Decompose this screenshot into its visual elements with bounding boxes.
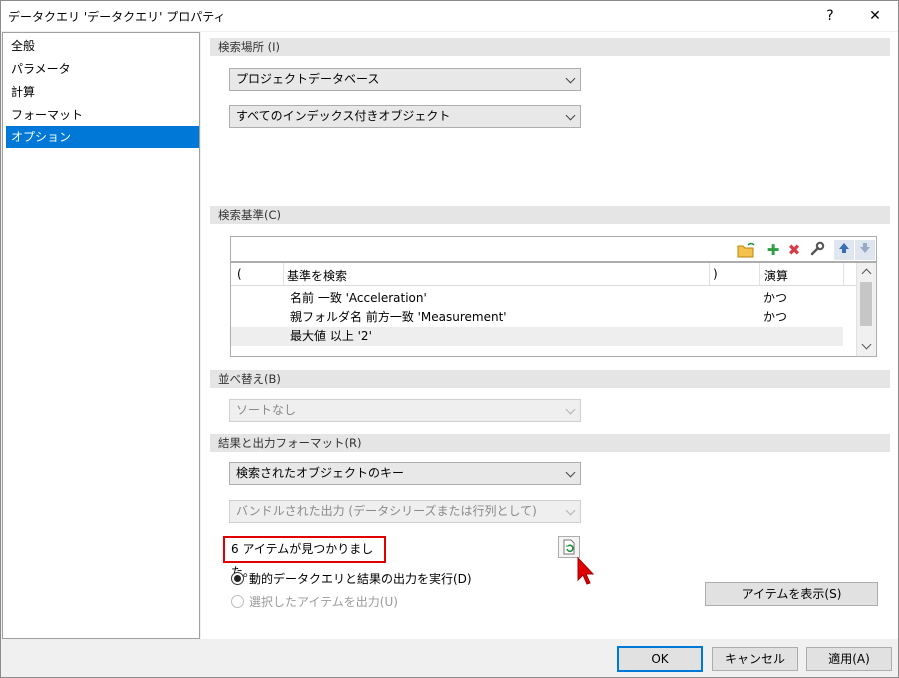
combo-value: プロジェクトデータベース [236, 72, 380, 86]
output-selected-radio [231, 595, 244, 608]
window-title: データクエリ 'データクエリ' プロパティ [8, 10, 226, 24]
mouse-cursor-icon [577, 556, 595, 585]
search-criteria-header: 検索基準(C) [210, 206, 890, 224]
col-close-paren[interactable]: ) [713, 267, 718, 281]
chevron-down-icon [565, 404, 576, 415]
column-divider [843, 263, 844, 285]
operator-cell: かつ [763, 310, 788, 324]
vertical-scrollbar[interactable] [856, 263, 876, 356]
found-count-text: 6 アイテムが見つかりました。 [223, 536, 386, 579]
scroll-down-icon[interactable] [861, 339, 872, 350]
chevron-down-icon [565, 505, 576, 516]
add-icon[interactable]: ✚ [763, 240, 783, 260]
help-button[interactable]: ? [815, 1, 845, 31]
category-list: 全般 パラメータ 計算 フォーマット オプション [2, 32, 200, 639]
col-operator[interactable]: 演算 [764, 267, 788, 284]
criterion-cell: 親フォルダ名 前方一致 'Measurement' [290, 310, 507, 324]
chevron-down-icon [565, 467, 576, 478]
sort-header: 並べ替え(B) [210, 370, 890, 388]
table-row[interactable]: 親フォルダ名 前方一致 'Measurement' かつ [231, 308, 843, 327]
cancel-button[interactable]: キャンセル [712, 647, 798, 671]
refresh-icon [563, 539, 575, 555]
table-row[interactable]: 名前 一致 'Acceleration' かつ [231, 289, 843, 308]
sidebar-item-general[interactable]: 全般 [6, 35, 199, 57]
close-button[interactable]: ✕ [860, 1, 890, 31]
column-divider [283, 263, 284, 285]
result-type-combo[interactable]: 検索されたオブジェクトのキー [229, 462, 581, 485]
search-location-header: 検索場所 (I) [210, 38, 890, 56]
col-criterion[interactable]: 基準を検索 [287, 267, 347, 284]
col-open-paren[interactable]: ( [237, 267, 242, 281]
column-divider [759, 263, 760, 285]
apply-button[interactable]: 適用(A) [806, 647, 892, 671]
move-down-icon[interactable] [855, 240, 875, 260]
show-items-button[interactable]: アイテムを表示(S) [705, 582, 878, 606]
ok-button[interactable]: OK [617, 646, 703, 672]
sidebar-item-format[interactable]: フォーマット [6, 104, 199, 126]
output-selected-label: 選択したアイテムを出力(U) [249, 595, 398, 609]
object-scope-combo[interactable]: すべてのインデックス付きオブジェクト [229, 105, 581, 128]
scroll-up-icon[interactable] [861, 268, 872, 279]
criteria-grid[interactable]: ( 基準を検索 ) 演算 名前 一致 'Acceleration' かつ 親フォ… [230, 262, 877, 357]
chevron-down-icon [565, 110, 576, 121]
chevron-down-icon [565, 73, 576, 84]
criteria-toolbar: ✚ ✖ [230, 236, 877, 262]
combo-value: すべてのインデックス付きオブジェクト [236, 109, 451, 123]
combo-value: バンドルされた出力 (データシリーズまたは行列として) [236, 504, 537, 518]
sidebar-item-options[interactable]: オプション [6, 126, 199, 148]
criterion-cell: 名前 一致 'Acceleration' [290, 291, 427, 305]
sidebar-item-calculation[interactable]: 計算 [6, 81, 199, 103]
folder-icon[interactable] [736, 240, 756, 260]
scroll-thumb[interactable] [860, 282, 872, 326]
operator-cell: かつ [763, 291, 788, 305]
move-up-icon[interactable] [834, 240, 854, 260]
sidebar-item-parameters[interactable]: パラメータ [6, 58, 199, 80]
column-divider [709, 263, 710, 285]
grid-header: ( 基準を検索 ) 演算 [231, 263, 856, 286]
combo-value: 検索されたオブジェクトのキー [236, 466, 405, 480]
combo-value: ソートなし [236, 403, 297, 417]
refresh-button[interactable] [558, 536, 580, 558]
run-dynamic-query-label[interactable]: 動的データクエリと結果の出力を実行(D) [249, 570, 472, 587]
output-format-combo: バンドルされた出力 (データシリーズまたは行列として) [229, 500, 581, 523]
run-dynamic-query-radio[interactable] [231, 572, 244, 585]
criterion-cell: 最大値 以上 '2' [290, 329, 372, 343]
table-row[interactable]: 最大値 以上 '2' [231, 327, 843, 346]
search-location-combo[interactable]: プロジェクトデータベース [229, 68, 581, 91]
sort-combo: ソートなし [229, 399, 581, 422]
result-format-header: 結果と出力フォーマット(R) [210, 434, 890, 452]
wrench-icon[interactable] [807, 240, 827, 260]
delete-icon[interactable]: ✖ [784, 240, 804, 260]
